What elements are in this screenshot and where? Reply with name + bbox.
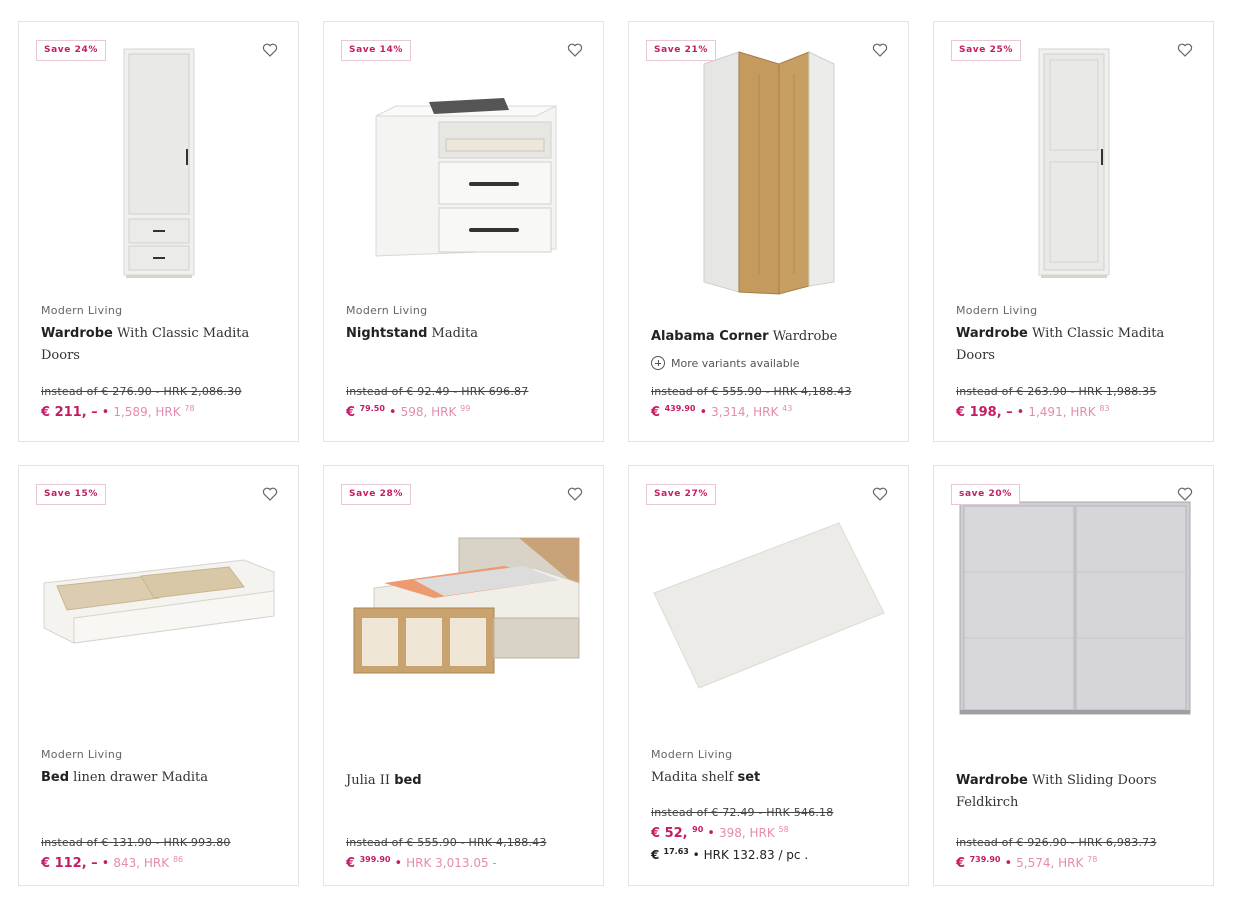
product-image[interactable]: [639, 488, 900, 746]
product-title[interactable]: Alabama Corner Wardrobe: [651, 326, 892, 348]
old-price: instead of € 276.90 - HRK 2,086.30: [41, 385, 242, 398]
current-price: € 112, – • 843, HRK 86: [41, 855, 184, 871]
product-info: Modern Living Bed linen drawer Madita: [41, 748, 282, 789]
price-block: instead of € 92.49 - HRK 696.87 € 79.50 •…: [346, 385, 587, 420]
product-image[interactable]: [29, 488, 290, 746]
heart-icon[interactable]: [1177, 486, 1193, 502]
heart-icon[interactable]: [872, 42, 888, 58]
heart-icon[interactable]: [872, 486, 888, 502]
current-price: € 198, – • 1,491, HRK 83: [956, 404, 1110, 420]
discount-badge: Save 27%: [646, 484, 717, 505]
old-price: instead of € 555.90 - HRK 4,188.43: [651, 385, 852, 398]
product-info: Wardrobe With Sliding Doors Feldkirch: [956, 770, 1197, 814]
old-price: instead of € 72.49 - HRK 546.18: [651, 806, 834, 819]
product-image[interactable]: [639, 44, 900, 302]
heart-icon[interactable]: [567, 486, 583, 502]
discount-badge: Save 15%: [36, 484, 107, 505]
discount-badge: save 20%: [951, 484, 1020, 505]
brand-name: Modern Living: [651, 748, 733, 761]
brand-name: Modern Living: [41, 304, 123, 317]
current-price: € 739.90 • 5,574, HRK 78: [956, 855, 1098, 871]
product-info: Julia II bed: [346, 770, 587, 792]
heart-icon[interactable]: [262, 486, 278, 502]
product-info: Modern Living Wardrobe With Classic Madi…: [41, 304, 282, 367]
heart-icon[interactable]: [262, 42, 278, 58]
price-block: instead of € 72.49 - HRK 546.18 € 52, 90…: [651, 806, 892, 862]
discount-badge: Save 25%: [951, 40, 1022, 61]
product-title[interactable]: Wardrobe With Classic Madita Doors: [41, 323, 282, 367]
brand-name: Modern Living: [346, 304, 428, 317]
product-card[interactable]: Save 24% Modern Living Wardrobe With Cla…: [18, 21, 299, 442]
product-title[interactable]: Wardrobe With Sliding Doors Feldkirch: [956, 770, 1197, 814]
product-image[interactable]: [334, 44, 595, 302]
variants-link[interactable]: More variants available: [651, 356, 892, 370]
product-title[interactable]: Julia II bed: [346, 770, 587, 792]
heart-icon[interactable]: [567, 42, 583, 58]
price-block: instead of € 555.90 - HRK 4,188.43 € 439…: [651, 385, 892, 420]
product-image[interactable]: [944, 488, 1205, 746]
product-info: Modern Living Madita shelf set: [651, 748, 892, 789]
brand-name: Modern Living: [956, 304, 1038, 317]
current-price: € 79.50 • 598, HRK 99: [346, 404, 471, 420]
unit-price: € 17.63 • HRK 132.83 / pc .: [651, 847, 809, 862]
product-card[interactable]: Save 14% Modern Living Nightstand Madita…: [323, 21, 604, 442]
current-price: € 399.90 • HRK 3,013.05 -: [346, 855, 497, 871]
product-grid: Save 24% Modern Living Wardrobe With Cla…: [18, 21, 1214, 886]
heart-icon[interactable]: [1177, 42, 1193, 58]
product-card[interactable]: save 20% Wardrobe With Sliding Doors Fel…: [933, 465, 1214, 886]
product-card[interactable]: Save 25% Modern Living Wardrobe With Cla…: [933, 21, 1214, 442]
product-title[interactable]: Madita shelf set: [651, 767, 892, 789]
old-price: instead of € 131.90 - HRK 993.80: [41, 836, 231, 849]
old-price: instead of € 263.90 - HRK 1,988.35: [956, 385, 1157, 398]
old-price: instead of € 926.90 - HRK 6,983.73: [956, 836, 1157, 849]
price-block: instead of € 555.90 - HRK 4,188.43 € 399…: [346, 836, 587, 871]
discount-badge: Save 24%: [36, 40, 107, 61]
old-price: instead of € 92.49 - HRK 696.87: [346, 385, 529, 398]
product-image[interactable]: [29, 44, 290, 302]
product-card[interactable]: Save 15% Modern Living Bed linen drawer …: [18, 465, 299, 886]
product-info: Modern Living Nightstand Madita: [346, 304, 587, 345]
discount-badge: Save 14%: [341, 40, 412, 61]
product-image[interactable]: [334, 488, 595, 746]
price-block: instead of € 276.90 - HRK 2,086.30 € 211…: [41, 385, 282, 420]
discount-badge: Save 28%: [341, 484, 412, 505]
brand-name: Modern Living: [41, 748, 123, 761]
price-block: instead of € 263.90 - HRK 1,988.35 € 198…: [956, 385, 1197, 420]
product-info: Modern Living Wardrobe With Classic Madi…: [956, 304, 1197, 367]
price-block: instead of € 131.90 - HRK 993.80 € 112, …: [41, 836, 282, 871]
product-title[interactable]: Nightstand Madita: [346, 323, 587, 345]
old-price: instead of € 555.90 - HRK 4,188.43: [346, 836, 547, 849]
product-image[interactable]: [944, 44, 1205, 302]
current-price: € 211, – • 1,589, HRK 78: [41, 404, 195, 420]
product-card[interactable]: Save 28% Julia II bed instead of € 555.9…: [323, 465, 604, 886]
price-block: instead of € 926.90 - HRK 6,983.73 € 739…: [956, 836, 1197, 871]
current-price: € 439.90 • 3,314, HRK 43: [651, 404, 793, 420]
plus-circle-icon: [651, 356, 665, 370]
product-card[interactable]: Save 21% Alabama Corner Wardrobe More va…: [628, 21, 909, 442]
product-info: Alabama Corner Wardrobe More variants av…: [651, 326, 892, 370]
discount-badge: Save 21%: [646, 40, 717, 61]
product-card[interactable]: Save 27% Modern Living Madita shelf set …: [628, 465, 909, 886]
product-title[interactable]: Bed linen drawer Madita: [41, 767, 282, 789]
product-title[interactable]: Wardrobe With Classic Madita Doors: [956, 323, 1197, 367]
current-price: € 52, 90 • 398, HRK 58: [651, 825, 789, 841]
